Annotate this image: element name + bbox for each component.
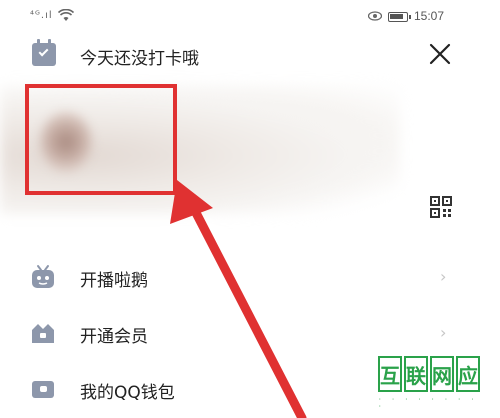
battery-level xyxy=(390,14,403,19)
menu-item-live[interactable]: 开播啦鹅 › xyxy=(0,254,500,300)
status-bar: ⁴ᴳ.ıl 15:07 xyxy=(0,0,500,34)
status-time: 15:07 xyxy=(414,9,445,23)
calendar-check-icon xyxy=(32,39,56,66)
chevron-right-icon: › xyxy=(440,267,447,286)
wallet-icon xyxy=(32,381,54,398)
profile-card[interactable] xyxy=(0,84,500,218)
watermark-logo: 互 联 网 应 · · · · · · · · · xyxy=(378,356,488,418)
vip-crown-icon xyxy=(32,324,54,343)
eye-icon xyxy=(368,11,382,21)
menu-item-label: 开播啦鹅 xyxy=(80,271,148,291)
wifi-icon xyxy=(58,9,74,21)
menu-item-label: 我的QQ钱包 xyxy=(80,383,175,403)
signal-indicator: ⁴ᴳ.ıl xyxy=(30,10,53,21)
checkin-banner[interactable]: 今天还没打卡哦 xyxy=(0,38,500,72)
chevron-right-icon: › xyxy=(440,323,447,342)
checkin-text: 今天还没打卡哦 xyxy=(80,49,199,69)
close-icon[interactable] xyxy=(428,42,452,66)
highlight-box xyxy=(25,84,177,195)
menu-item-label: 开通会员 xyxy=(80,327,148,347)
menu-item-vip[interactable]: 开通会员 › xyxy=(0,310,500,356)
battery-icon xyxy=(388,12,411,22)
qr-code-icon[interactable] xyxy=(430,196,452,218)
tv-icon xyxy=(32,265,54,288)
